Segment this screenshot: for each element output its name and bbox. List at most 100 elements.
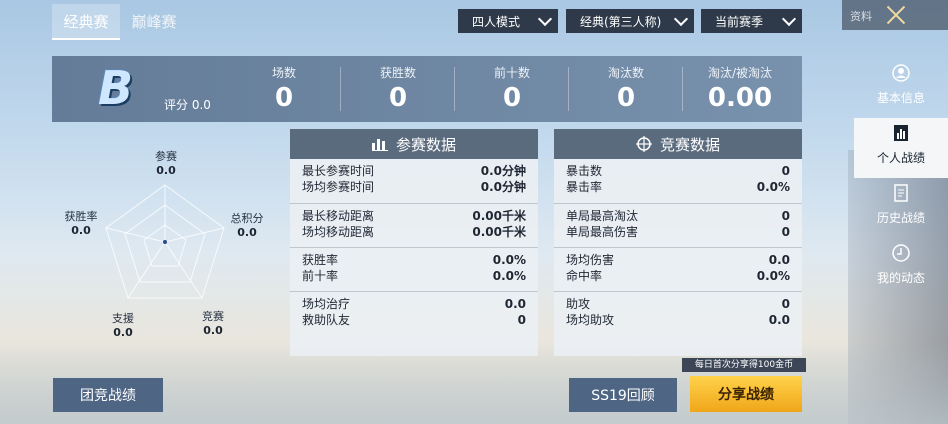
stat-val: 0	[781, 297, 790, 311]
stat-key: 助攻	[566, 297, 591, 311]
stat-label: 获胜数	[379, 66, 416, 80]
radar-axis-value: 0.0	[237, 226, 257, 239]
stat-row: 场均助攻 0.0	[566, 312, 790, 328]
stat-key: 暴击率	[566, 180, 603, 194]
stat-kills: 淘汰数 0	[570, 64, 682, 115]
stat-key: 暴击数	[566, 164, 603, 178]
stat-key: 场均伤害	[566, 253, 615, 267]
summary-strip: B 评分 0.0 场数 0 获胜数 0 前十数 0 淘汰数 0 淘汰/被淘汰 0…	[52, 56, 802, 122]
stat-val: 0.0	[768, 253, 790, 267]
radar-axis-value: 0.0	[203, 324, 223, 337]
mode-tabs: 经典赛 巅峰赛	[52, 4, 188, 40]
stat-key: 场均参赛时间	[302, 180, 375, 194]
stat-label: 前十数	[493, 66, 530, 80]
stat-key: 救助队友	[302, 313, 351, 327]
stat-row: 最长参赛时间 0.0分钟	[302, 163, 526, 179]
sidebar-item-history[interactable]: 历史战绩	[854, 178, 948, 238]
stat-val: 0	[781, 209, 790, 223]
stat-val: 0	[517, 313, 526, 327]
bar-chart-icon	[371, 139, 388, 151]
radar-label-participation: 参赛 0.0	[141, 148, 191, 177]
radar-axis-value: 0.0	[71, 224, 91, 237]
divider	[454, 67, 455, 111]
profile-label: 资料	[850, 10, 872, 23]
stat-row: 场均移动距离 0.00千米	[302, 224, 526, 240]
stat-row: 场均治疗 0.0	[302, 296, 526, 312]
close-icon[interactable]	[884, 3, 908, 27]
team-mode-value: 四人模式	[472, 14, 521, 29]
stat-group: 场均治疗 0.0 救助队友 0	[290, 291, 538, 335]
perspective-value: 经典(第三人称)	[580, 14, 662, 29]
stat-key: 单局最高淘汰	[566, 209, 639, 223]
stat-group: 最长移动距离 0.00千米 场均移动距离 0.00千米	[290, 203, 538, 247]
stat-row: 救助队友 0	[302, 312, 526, 328]
radar-chart: 参赛 0.0 总积分 0.0 竞赛 0.0 支援 0.0 获胜率 0.0	[52, 128, 270, 344]
radar-label-win-rate: 获胜率 0.0	[56, 208, 106, 237]
stat-row: 助攻 0	[566, 296, 790, 312]
divider	[568, 67, 569, 111]
radar-axis-label: 获胜率	[64, 210, 98, 223]
share-record-button[interactable]: 分享战绩	[690, 376, 802, 412]
season-dropdown[interactable]: 当前赛季	[701, 9, 802, 33]
stat-val: 0	[781, 225, 790, 239]
stat-val: 0.0%	[756, 180, 790, 194]
stat-val: 0	[781, 164, 790, 178]
stat-val: 0.00千米	[472, 225, 526, 239]
stat-group: 获胜率 0.0% 前十率 0.0%	[290, 247, 538, 291]
stat-label: 淘汰数	[607, 66, 644, 80]
stat-value: 0	[616, 83, 636, 113]
stat-value: 0	[388, 83, 408, 113]
radar-axis-label: 总积分	[230, 212, 264, 225]
panel-title: 竞赛数据	[659, 135, 720, 154]
stat-row: 暴击率 0.0%	[566, 179, 790, 195]
stat-group: 场均伤害 0.0 命中率 0.0%	[554, 247, 802, 291]
sidebar-item-personal-stats[interactable]: 个人战绩	[854, 118, 948, 178]
panel-header: 参赛数据	[290, 129, 538, 159]
stats-icon	[894, 125, 908, 141]
stat-val: 0.0	[504, 297, 526, 311]
stat-matches: 场数 0	[228, 64, 340, 115]
divider	[682, 67, 683, 111]
profile-icon	[892, 64, 910, 82]
stat-group: 单局最高淘汰 0 单局最高伤害 0	[554, 203, 802, 247]
stat-key: 命中率	[566, 269, 603, 283]
stat-label: 淘汰/被淘汰	[707, 66, 773, 80]
stat-key: 场均治疗	[302, 297, 351, 311]
chevron-down-icon	[673, 11, 689, 26]
stat-wins: 获胜数 0	[342, 64, 454, 115]
history-icon	[894, 184, 908, 202]
sidebar-item-moments[interactable]: 我的动态	[854, 238, 948, 298]
stat-key: 最长移动距离	[302, 209, 375, 223]
sidebar-item-basic-info[interactable]: 基本信息	[854, 58, 948, 118]
stat-row: 前十率 0.0%	[302, 268, 526, 284]
radar-axis-value: 0.0	[156, 164, 176, 177]
stat-value: 0.00	[707, 83, 773, 113]
tab-peak[interactable]: 巅峰赛	[120, 4, 188, 40]
stat-val: 0.0	[768, 313, 790, 327]
perspective-dropdown[interactable]: 经典(第三人称)	[566, 9, 694, 33]
stat-row: 命中率 0.0%	[566, 268, 790, 284]
participation-panel: 参赛数据 最长参赛时间 0.0分钟 场均参赛时间 0.0分钟 最长移动距离 0.00千…	[290, 129, 538, 356]
stat-group: 助攻 0 场均助攻 0.0	[554, 291, 802, 335]
grade-badge: B	[98, 61, 134, 115]
stat-row: 单局最高伤害 0	[566, 224, 790, 240]
team-record-button[interactable]: 团竞战绩	[53, 378, 163, 412]
stat-label: 场数	[271, 66, 296, 80]
tab-classic[interactable]: 经典赛	[52, 4, 120, 40]
season-review-button[interactable]: SS19回顾	[569, 378, 677, 412]
radar-label-competition: 竞赛 0.0	[188, 308, 238, 337]
radar-axis-label: 参赛	[155, 150, 177, 163]
share-reward-tip: 每日首次分享得100金币	[682, 358, 806, 372]
team-mode-dropdown[interactable]: 四人模式	[458, 9, 558, 33]
stat-key: 最长参赛时间	[302, 164, 375, 178]
radar-axis-label: 支援	[112, 312, 134, 325]
top-right-bar: 资料	[842, 0, 948, 30]
stat-val: 0.0%	[492, 269, 526, 283]
radar-label-support: 支援 0.0	[98, 310, 148, 339]
sidebar-item-label: 个人战绩	[876, 151, 925, 165]
stat-val: 0.0分钟	[480, 180, 526, 194]
score-label: 评分 0.0	[164, 98, 211, 112]
sidebar-item-label: 我的动态	[876, 271, 925, 285]
stat-row: 单局最高淘汰 0	[566, 208, 790, 224]
stat-group: 最长参赛时间 0.0分钟 场均参赛时间 0.0分钟	[290, 159, 538, 203]
